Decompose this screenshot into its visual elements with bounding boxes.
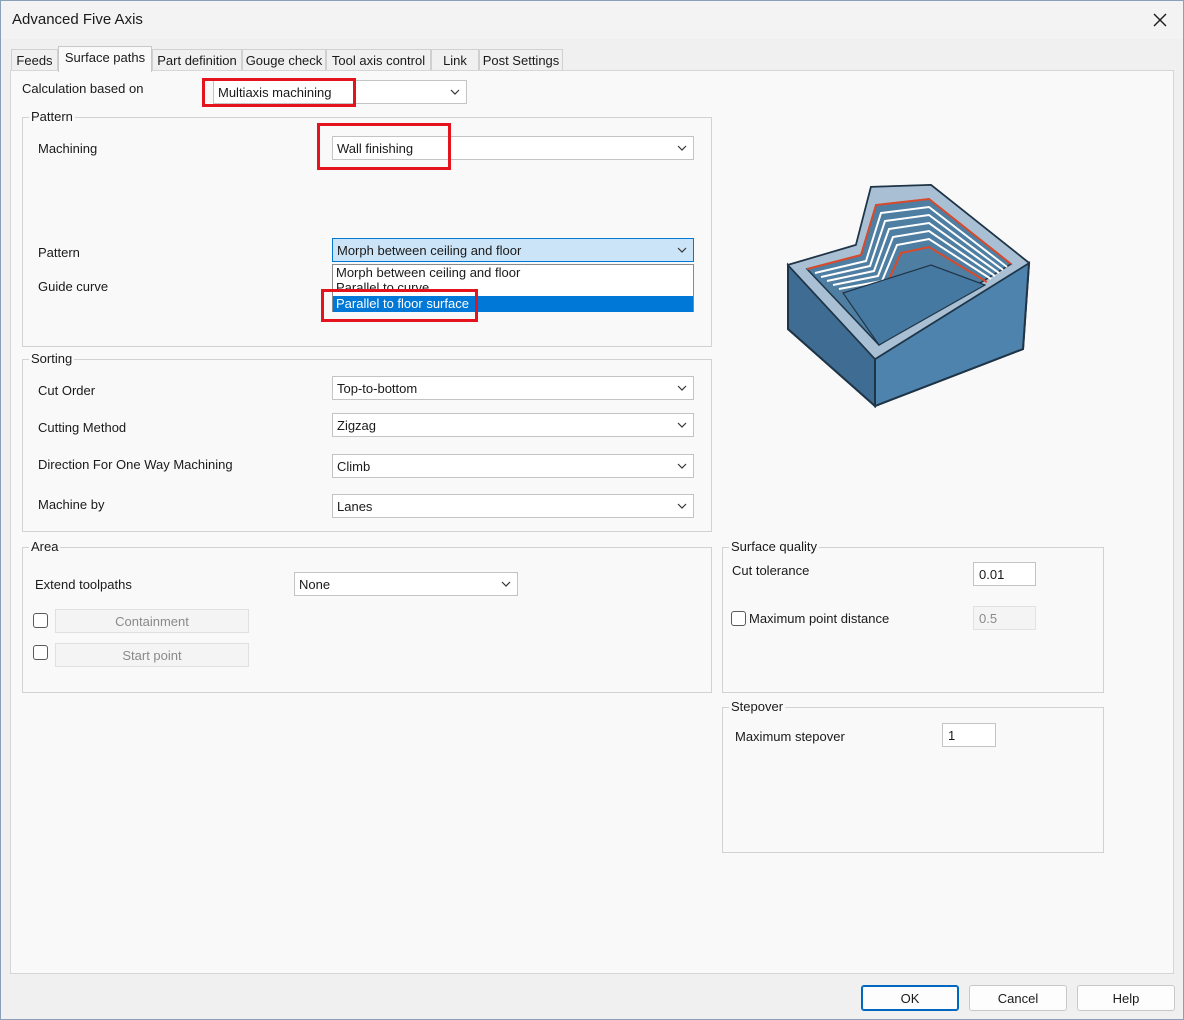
tab-link[interactable]: Link (431, 49, 479, 71)
cut-order-label: Cut Order (38, 383, 96, 398)
max-stepover-label: Maximum stepover (735, 729, 845, 744)
title-bar[interactable]: Advanced Five Axis (1, 1, 1183, 39)
direction-value: Climb (337, 459, 371, 474)
start-point-checkbox[interactable] (33, 645, 48, 660)
tab-post-settings[interactable]: Post Settings (479, 49, 563, 71)
max-point-distance-label: Maximum point distance (749, 611, 890, 626)
extend-toolpaths-combo[interactable]: None (294, 572, 518, 596)
calc-label: Calculation based on (22, 81, 144, 96)
dropdown-option[interactable]: Parallel to curve (333, 280, 693, 296)
pattern-value: Morph between ceiling and floor (337, 243, 522, 258)
containment-button[interactable]: Containment (55, 609, 249, 633)
direction-combo[interactable]: Climb (332, 454, 694, 478)
close-icon (1153, 13, 1167, 27)
cutting-method-combo[interactable]: Zigzag (332, 413, 694, 437)
direction-label: Direction For One Way Machining (38, 457, 233, 472)
max-stepover-input[interactable]: 1 (942, 723, 996, 747)
window-title: Advanced Five Axis (12, 11, 143, 28)
dropdown-option-selected[interactable]: Parallel to floor surface (333, 296, 693, 312)
machining-label: Machining (38, 141, 98, 156)
guide-curve-label: Guide curve (38, 279, 109, 294)
tab-gouge-check[interactable]: Gouge check (242, 49, 326, 71)
chevron-down-icon (677, 503, 687, 509)
surface-quality-group-title: Surface quality (729, 539, 819, 554)
tab-surface-paths[interactable]: Surface paths (58, 46, 152, 72)
max-point-distance-input[interactable]: 0.5 (973, 606, 1036, 630)
pattern-group-title: Pattern (29, 109, 75, 124)
area-group-title: Area (29, 539, 61, 554)
chevron-down-icon (450, 89, 460, 95)
cutting-method-value: Zigzag (337, 418, 377, 433)
cut-tolerance-label: Cut tolerance (732, 563, 810, 578)
cut-order-combo[interactable]: Top-to-bottom (332, 376, 694, 400)
tab-part-definition[interactable]: Part definition (152, 49, 242, 71)
machining-combo[interactable]: Wall finishing (332, 136, 694, 160)
part-illustration (786, 183, 1031, 409)
machine-by-value: Lanes (337, 499, 373, 514)
cut-tolerance-input[interactable]: 0.01 (973, 562, 1036, 586)
machine-by-combo[interactable]: Lanes (332, 494, 694, 518)
calc-combo[interactable]: Multiaxis machining (213, 80, 467, 104)
dialog-window: Advanced Five Axis Feeds Surface paths P… (0, 0, 1184, 1020)
sorting-group-title: Sorting (29, 351, 75, 366)
chevron-down-icon (677, 385, 687, 391)
dropdown-option[interactable]: Morph between ceiling and floor (333, 265, 693, 281)
containment-checkbox[interactable] (33, 613, 48, 628)
max-point-distance-checkbox[interactable] (731, 611, 746, 626)
extend-toolpaths-label: Extend toolpaths (35, 577, 132, 592)
cut-order-value: Top-to-bottom (337, 381, 418, 396)
machine-by-label: Machine by (38, 497, 105, 512)
tab-feeds[interactable]: Feeds (11, 49, 58, 71)
close-button[interactable] (1137, 1, 1183, 39)
pattern-combo[interactable]: Morph between ceiling and floor (332, 238, 694, 262)
extend-toolpaths-value: None (299, 577, 331, 592)
pattern-label: Pattern (38, 245, 80, 260)
cutting-method-label: Cutting Method (38, 420, 127, 435)
tab-tool-axis-control[interactable]: Tool axis control (326, 49, 431, 71)
chevron-down-icon (501, 581, 511, 587)
chevron-down-icon (677, 145, 687, 151)
start-point-button[interactable]: Start point (55, 643, 249, 667)
machining-value: Wall finishing (337, 141, 414, 156)
pattern-dropdown-list: Morph between ceiling and floor Parallel… (332, 264, 694, 312)
chevron-down-icon (677, 422, 687, 428)
ok-button[interactable]: OK (861, 985, 959, 1011)
cancel-button[interactable]: Cancel (969, 985, 1067, 1011)
chevron-down-icon (677, 247, 687, 253)
chevron-down-icon (677, 463, 687, 469)
stepover-group-title: Stepover (729, 699, 786, 714)
help-button[interactable]: Help (1077, 985, 1175, 1011)
calc-value: Multiaxis machining (218, 85, 332, 100)
